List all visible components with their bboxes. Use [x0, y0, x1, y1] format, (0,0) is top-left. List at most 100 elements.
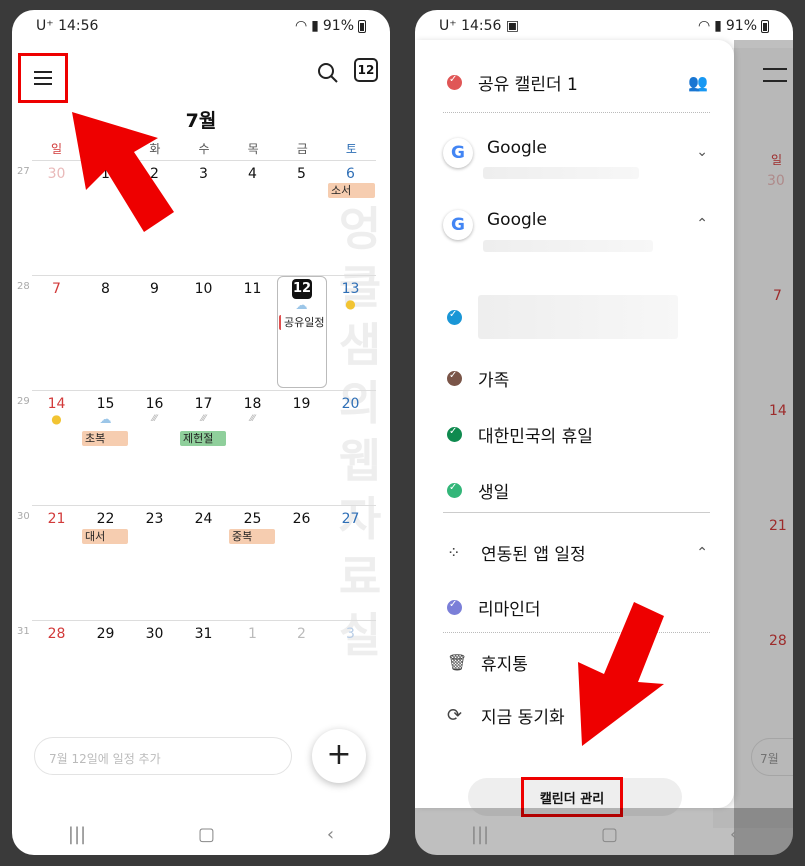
day-cell[interactable]: 8	[81, 281, 130, 297]
clock: 14:56	[461, 18, 502, 34]
today-date[interactable]: 12	[292, 279, 312, 299]
menu-button[interactable]	[18, 53, 68, 103]
home-icon[interactable]: ▢	[601, 824, 618, 845]
clock: 14:56	[58, 18, 99, 34]
day-cell[interactable]: 25	[228, 511, 277, 527]
sync-icon: ⟳	[447, 705, 463, 726]
event-chip[interactable]: 소서	[328, 183, 375, 198]
checkbox[interactable]	[447, 74, 462, 90]
day-cell[interactable]: 9	[130, 281, 179, 297]
add-event-input[interactable]: 7월 12일에 일정 추가	[34, 737, 292, 775]
day-cell[interactable]: 20	[326, 396, 375, 412]
chevron-up-icon[interactable]: ⌃	[696, 216, 708, 232]
search-icon[interactable]	[316, 61, 340, 85]
blurred-calendar-name	[478, 295, 678, 339]
day-cell[interactable]: 27	[326, 511, 375, 527]
calendar-screen: U⁺ 14:56 ◠▮91% 12 7월 일 월 화 수 목 금 토 엉클샘의웹…	[12, 10, 390, 855]
linked-apps-header[interactable]: ⁘ 연동된 앱 일정 ⌃	[447, 540, 708, 565]
day-cell[interactable]: 5	[277, 166, 326, 182]
gallery-icon: ▣	[505, 18, 520, 34]
day-cell[interactable]: 24	[179, 511, 228, 527]
day-cell[interactable]: 15	[81, 396, 130, 412]
week-divider	[32, 505, 376, 506]
account-label: Google	[487, 138, 547, 158]
calendar-item-holiday[interactable]: 대한민국의 휴일	[447, 422, 708, 447]
nav-bar: ||| ▢ ‹	[415, 821, 793, 847]
red-arrow-icon	[578, 602, 664, 746]
day-cell[interactable]: 13	[326, 281, 375, 297]
rain-icon: ⁄⁄⁄	[250, 414, 255, 424]
event-chip[interactable]: 대서	[82, 529, 128, 544]
account-google-2[interactable]: G Google ⌃	[443, 210, 708, 240]
event-chip[interactable]: 공유일정	[279, 315, 325, 330]
event-chip[interactable]: 제헌절	[180, 431, 226, 446]
account-label: Google	[487, 210, 547, 230]
recent-apps-icon[interactable]: |||	[471, 824, 489, 845]
day-cell[interactable]: 21	[32, 511, 81, 527]
recent-apps-icon[interactable]: |||	[68, 824, 86, 845]
status-left: U⁺ 14:56	[36, 18, 98, 34]
day-cell[interactable]: 22	[81, 511, 130, 527]
checkbox[interactable]	[447, 426, 462, 442]
sun-icon: ●	[345, 297, 356, 311]
blurred-email	[483, 240, 653, 252]
day-cell[interactable]: 31	[179, 626, 228, 642]
chevron-down-icon[interactable]: ⌄	[696, 144, 708, 160]
week-divider	[32, 275, 376, 276]
day-cell[interactable]: 18	[228, 396, 277, 412]
day-cell[interactable]: 10	[179, 281, 228, 297]
day-cell[interactable]: 3	[179, 166, 228, 182]
status-bar: U⁺ 14:56 ◠ ▮ 91%	[12, 10, 390, 42]
account-google-1[interactable]: G Google ⌄	[443, 138, 708, 168]
day-cell[interactable]: 2	[277, 626, 326, 642]
today-button[interactable]: 12	[354, 58, 378, 82]
battery-icon	[761, 19, 769, 33]
wifi-icon: ◠	[697, 18, 711, 34]
calendar-item-birthday[interactable]: 생일	[447, 478, 708, 503]
week-row: 27 30 1 2 3 4 5 6 소서	[12, 160, 376, 274]
day-cell[interactable]: 17	[179, 396, 228, 412]
calendar-item-family[interactable]: 가족	[447, 366, 708, 391]
week-row: 30 21 22 23 24 25 26 27 대서 중복	[12, 505, 376, 619]
day-cell[interactable]: 3	[326, 626, 375, 642]
event-chip[interactable]: 중복	[229, 529, 275, 544]
apps-grid-icon: ⁘	[447, 543, 461, 562]
day-cell[interactable]: 19	[277, 396, 326, 412]
weekday-sat: 토	[345, 142, 357, 156]
day-cell[interactable]: 4	[228, 166, 277, 182]
week-row: 28 7 8 9 10 11 12 13 ☁ ● 공유일정	[12, 275, 376, 389]
week-row: 29 14 15 16 17 18 19 20 ● ☁ ⁄⁄⁄ ⁄⁄⁄ ⁄⁄⁄ …	[12, 390, 376, 504]
menu-label: 휴지통	[481, 655, 528, 675]
day-cell[interactable]: 23	[130, 511, 179, 527]
day-cell[interactable]: 11	[228, 281, 277, 297]
checkbox[interactable]	[447, 309, 462, 325]
day-cell[interactable]: 16	[130, 396, 179, 412]
day-cell[interactable]: 28	[32, 626, 81, 642]
scrim[interactable]	[734, 40, 793, 855]
checkbox[interactable]	[447, 482, 462, 498]
day-cell[interactable]: 30	[130, 626, 179, 642]
chevron-up-icon[interactable]: ⌃	[696, 545, 708, 561]
day-cell[interactable]: 6	[326, 166, 375, 182]
checkbox[interactable]	[447, 599, 462, 615]
add-event-button[interactable]: +	[312, 729, 366, 783]
day-cell[interactable]: 14	[32, 396, 81, 412]
google-icon: G	[443, 138, 473, 168]
day-cell[interactable]: 1	[228, 626, 277, 642]
battery-percent: 91%	[322, 18, 354, 34]
event-chip[interactable]: 초복	[82, 431, 128, 446]
calendar-item-blurred[interactable]	[447, 295, 708, 339]
back-icon[interactable]: ‹	[730, 824, 737, 845]
day-cell[interactable]: 7	[32, 281, 81, 297]
calendar-item-shared[interactable]: 공유 캘린더 1 👥	[447, 70, 708, 95]
day-cell[interactable]: 26	[277, 511, 326, 527]
divider	[443, 512, 710, 513]
nav-bar: ||| ▢ ‹	[12, 821, 390, 847]
checkbox[interactable]	[447, 370, 462, 386]
home-icon[interactable]: ▢	[198, 824, 215, 845]
week-number: 29	[17, 396, 30, 407]
back-icon[interactable]: ‹	[327, 824, 334, 845]
day-cell[interactable]: 29	[81, 626, 130, 642]
week-divider	[32, 390, 376, 391]
people-icon[interactable]: 👥	[688, 73, 708, 92]
